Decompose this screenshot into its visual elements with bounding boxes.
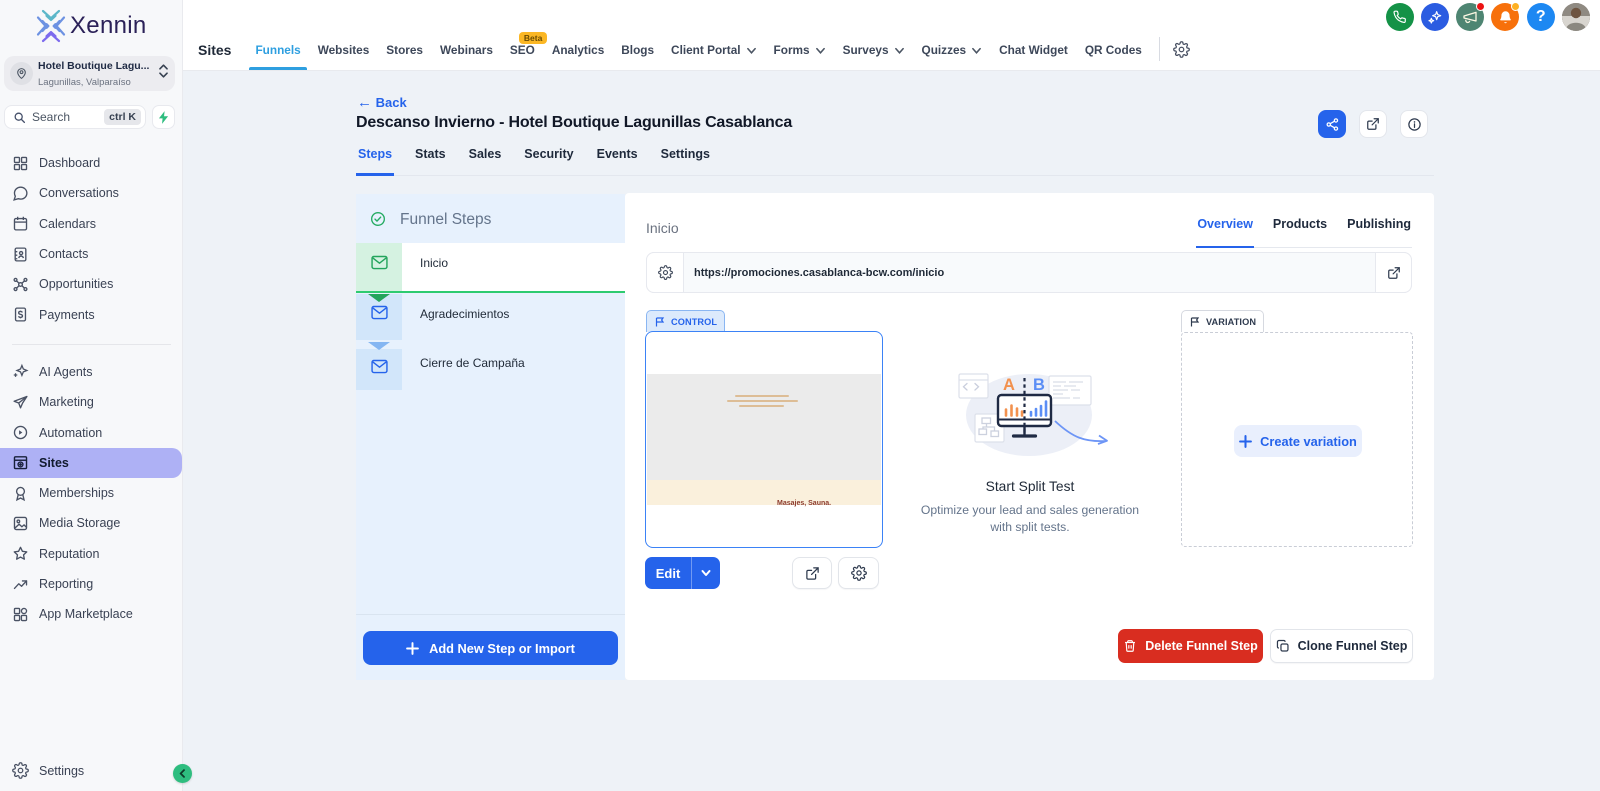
svg-text:A: A [1003,376,1015,394]
svg-text:B: B [1033,376,1045,394]
